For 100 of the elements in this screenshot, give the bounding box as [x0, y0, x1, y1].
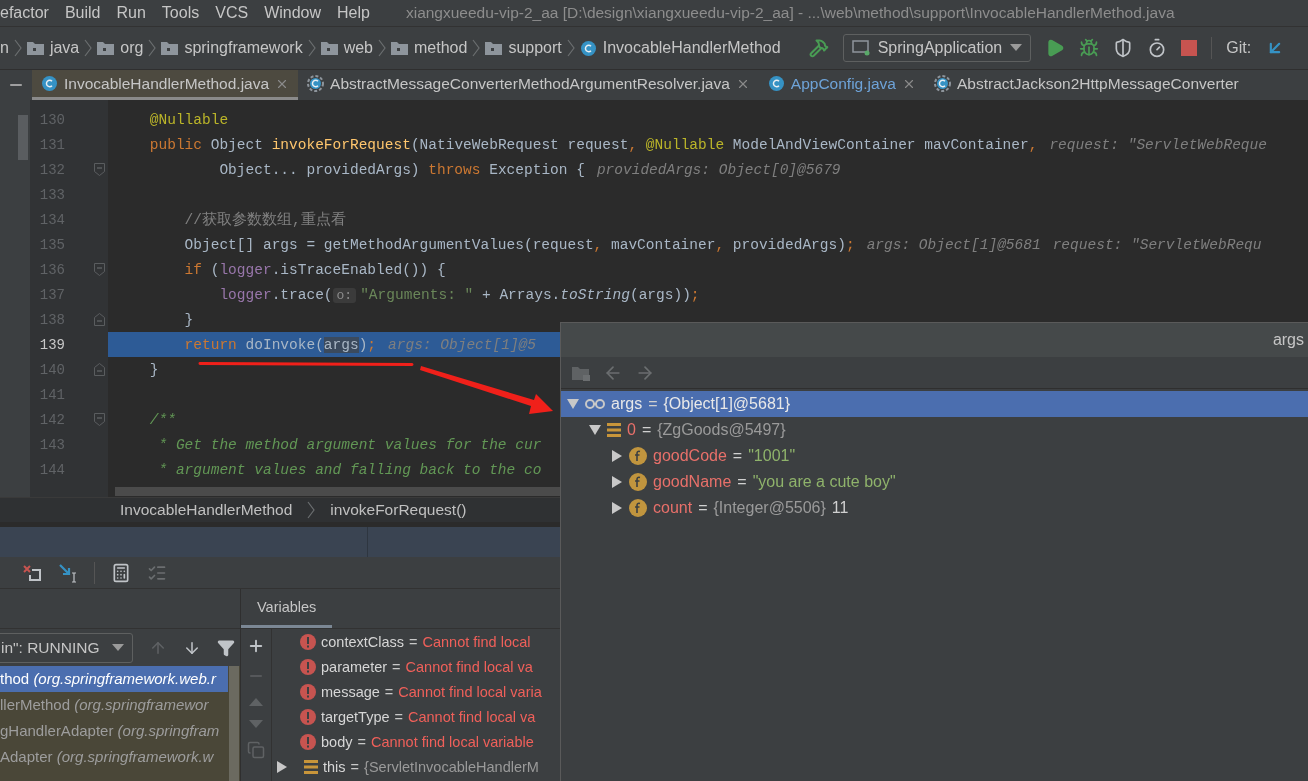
breadcrumb-item[interactable]: invokeForRequest()	[330, 501, 467, 519]
debug-icon[interactable]	[1079, 38, 1100, 58]
code-line: if (logger.isTraceEnabled()) {	[183, 261, 446, 278]
breadcrumb-separator-icon	[307, 501, 316, 519]
variable-name: contextClass	[321, 633, 404, 650]
folder-icon	[26, 41, 44, 55]
move-up-icon[interactable]	[249, 697, 263, 707]
expand-arrow-icon[interactable]	[276, 760, 288, 773]
field-icon	[629, 499, 647, 517]
variable-name: targetType	[321, 708, 390, 725]
editor-tab[interactable]: AbstractMessageConverterMethodArgumentResolver.java	[298, 70, 759, 100]
equals-sign: =	[698, 499, 708, 517]
stack-frame[interactable]: thod (org.springframework.web.r	[0, 666, 228, 692]
stack-frame[interactable]: gHandlerAdapter (org.springfram	[0, 718, 228, 744]
variable-value: Cannot find local va	[408, 708, 536, 725]
caret-icon	[112, 643, 124, 652]
stack-icon	[607, 422, 621, 438]
breadcrumb-item[interactable]: java	[49, 39, 80, 57]
menu-item[interactable]: Tools	[161, 4, 200, 22]
code-line: Object[] args = getMethodArgumentValues(request, mavContainer, providedArgs);	[183, 236, 855, 253]
scrollbar-thumb[interactable]	[115, 487, 560, 496]
object-reference: {ZgGoods@5497}	[657, 421, 786, 439]
variable-name: 0	[627, 421, 636, 439]
run-icon[interactable]	[1045, 38, 1066, 58]
breadcrumb-separator-icon	[472, 39, 481, 57]
editor-tab[interactable]: AppConfig.java	[758, 70, 925, 100]
move-down-icon[interactable]	[249, 719, 263, 729]
menu-item[interactable]: efactor	[0, 4, 49, 22]
add-icon[interactable]	[247, 637, 265, 655]
expand-arrow-icon[interactable]	[611, 476, 623, 488]
folder-icon	[485, 41, 503, 55]
breadcrumb-item[interactable]: InvocableHandlerMethod	[120, 501, 293, 519]
stack-frame[interactable]: llerMethod (org.springframewor	[0, 692, 228, 718]
filter-icon[interactable]	[217, 638, 235, 657]
variable-name: goodCode	[653, 447, 727, 465]
variable-value: Cannot find local varia	[398, 683, 542, 700]
variable-name: body	[321, 733, 353, 750]
abstract-class-icon	[933, 75, 951, 92]
menu-item[interactable]: VCS	[215, 4, 249, 22]
variable-name: parameter	[321, 658, 388, 675]
thread-dropdown[interactable]: in": RUNNING	[0, 632, 133, 663]
code-line: * argument values and falling back to the co	[157, 461, 542, 478]
popup-title: args	[1272, 331, 1304, 349]
inline-value-hint: request: "ServletWebRequ	[1052, 236, 1262, 253]
breadcrumb-item[interactable]: support	[508, 39, 562, 57]
expand-arrow-icon[interactable]	[611, 450, 623, 462]
equals-sign: =	[357, 733, 366, 750]
scrollbar-thumb[interactable]	[18, 115, 28, 160]
expand-arrow-icon[interactable]	[611, 502, 623, 514]
scrollbar-thumb[interactable]	[229, 666, 239, 781]
folder-icon	[320, 41, 338, 55]
breadcrumb-item[interactable]: method	[414, 39, 468, 57]
breadcrumb-separator-icon	[566, 39, 575, 57]
editor-tab[interactable]: InvocableHandlerMethod.java	[32, 70, 299, 100]
folder-icon	[391, 41, 408, 55]
breadcrumb-item[interactable]: springframework	[184, 39, 303, 57]
run-to-cursor-icon[interactable]	[58, 562, 78, 583]
breadcrumb-item[interactable]: web	[343, 39, 373, 57]
field-icon	[629, 473, 647, 491]
tree-row-highlight[interactable]: args = {Object[1]@5681}	[561, 391, 1308, 417]
class-icon	[579, 39, 597, 57]
menu-item[interactable]: Help	[337, 4, 370, 22]
folder-icon	[97, 41, 115, 55]
breadcrumb-item[interactable]: n	[0, 39, 9, 57]
object-reference: {Object[1]@5681}	[663, 395, 791, 413]
coverage-icon[interactable]	[1113, 38, 1134, 58]
variable-name: count	[653, 499, 693, 517]
build-hammer-icon[interactable]	[808, 38, 829, 58]
stop-icon[interactable]	[1181, 40, 1198, 56]
equals-sign: =	[737, 473, 747, 491]
code-line: /**	[148, 411, 176, 428]
inline-value-hint: args: Object[1]@5	[388, 336, 536, 353]
drop-frame-icon[interactable]	[22, 563, 42, 582]
variable-name: args	[611, 395, 643, 413]
inline-value-hint: providedArgs: Object[0]@5679	[596, 161, 841, 178]
breadcrumb-item[interactable]: InvocableHandlerMethod	[602, 39, 781, 57]
variable-name: this	[323, 758, 346, 775]
breadcrumb-separator-icon	[148, 39, 157, 57]
stack-icon	[304, 758, 318, 775]
breadcrumb-item[interactable]: org	[120, 39, 144, 57]
equals-sign: =	[409, 633, 418, 650]
breadcrumb-separator-icon	[378, 39, 386, 57]
menu-item[interactable]: Build	[64, 4, 101, 22]
stack-frame[interactable]: Adapter (org.springframework.w	[0, 744, 228, 770]
run-configuration-dropdown[interactable]: SpringApplication	[842, 34, 1032, 62]
duplicate-icon[interactable]	[247, 741, 265, 759]
collapse-arrow-icon[interactable]	[589, 424, 601, 436]
editor-tab[interactable]: AbstractJackson2HttpMessageConverter	[924, 70, 1248, 100]
variable-value: Cannot find local variable	[370, 733, 534, 750]
window-title: xiangxueedu-vip-2_aa [D:\design\xiangxueedu-vip-2_aa] - ...\web\method\support\InvocableHandlerMethod.java	[405, 4, 1175, 22]
abstract-class-icon	[307, 75, 325, 92]
equals-sign: =	[732, 447, 743, 465]
collapse-arrow-icon[interactable]	[567, 398, 579, 410]
variable-name: goodName	[653, 473, 732, 491]
menu-item[interactable]: Run	[116, 4, 146, 22]
evaluate-icon[interactable]	[111, 562, 131, 583]
code-line: }	[148, 361, 159, 378]
menu-item[interactable]: Window	[264, 4, 322, 22]
variable-value: Cannot find local va	[405, 658, 533, 675]
equals-sign: =	[384, 683, 394, 700]
